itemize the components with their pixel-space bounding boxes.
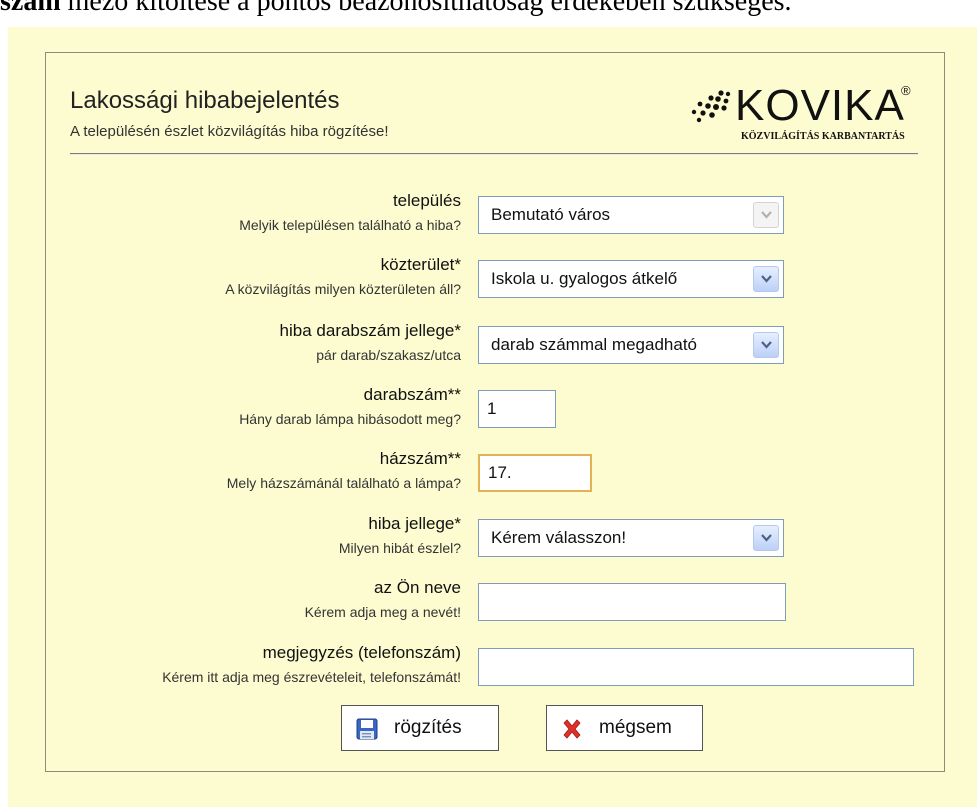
settlement-select[interactable]: Bemutató város	[478, 196, 784, 234]
field-hint: Kérem adja meg a nevét!	[304, 604, 461, 620]
defect-count-type-select[interactable]: darab számmal megadható	[478, 326, 784, 364]
logo-tagline: KÖZVILÁGÍTÁS KARBANTARTÁS	[741, 131, 905, 142]
chevron-down-icon[interactable]	[753, 525, 779, 551]
save-button[interactable]: rögzítés	[341, 705, 499, 751]
field-label: darabszám**	[363, 385, 461, 404]
caption-text: mező kitöltése a pontos beazonosíthatósá…	[60, 0, 792, 17]
error-report-form: Lakossági hibabejelentés A településén é…	[45, 52, 945, 772]
field-public-area: közterület* A közvilágítás milyen közter…	[46, 255, 946, 307]
logo-wordmark: KOVIKA	[735, 81, 905, 130]
kovika-logo: KOVIKA ® KÖZVILÁGÍTÁS KARBANTARTÁS	[691, 81, 921, 143]
logo-dots-icon	[691, 90, 731, 123]
cancel-button-label: mégsem	[599, 717, 672, 738]
logo-registered-mark: ®	[901, 83, 911, 98]
field-settlement: település Melyik településen található a…	[46, 191, 946, 243]
chevron-down-icon	[753, 202, 779, 228]
field-label: hiba jellege*	[368, 514, 461, 533]
select-value: Bemutató város	[491, 205, 611, 224]
house-number-input[interactable]: 17.	[478, 454, 592, 492]
field-defect-count-type: hiba darabszám jellege* pár darab/szakas…	[46, 321, 946, 373]
field-hint: Melyik településen található a hiba?	[239, 217, 461, 233]
select-value: Iskola u. gyalogos átkelő	[491, 269, 678, 288]
save-button-label: rögzítés	[394, 717, 462, 738]
form-title: Lakossági hibabejelentés	[70, 87, 340, 114]
chevron-down-icon[interactable]	[753, 266, 779, 292]
field-label: település	[392, 191, 461, 210]
public-area-select[interactable]: Iskola u. gyalogos átkelő	[478, 260, 784, 298]
cancel-button[interactable]: mégsem	[546, 705, 703, 751]
field-label: megjegyzés (telefonszám)	[262, 643, 461, 662]
field-hint: Kérem itt adja meg észrevételeit, telefo…	[162, 669, 461, 685]
name-input[interactable]	[478, 583, 786, 621]
field-label: házszám**	[379, 449, 461, 468]
field-hint: Hány darab lámpa hibásodott meg?	[239, 411, 461, 427]
note-input[interactable]	[478, 648, 914, 686]
page-caption: szám mező kitöltése a pontos beazonosíth…	[0, 0, 792, 18]
field-label: közterület*	[380, 255, 461, 274]
select-value: Kérem válasszon!	[491, 528, 627, 547]
quantity-input[interactable]: 1	[478, 390, 556, 428]
caption-bold: szám	[0, 0, 61, 17]
field-hint: pár darab/szakasz/utca	[316, 347, 461, 363]
field-hint: Mely házszámánál található a lámpa?	[226, 475, 461, 491]
red-x-icon	[563, 719, 581, 739]
chevron-down-icon[interactable]	[753, 332, 779, 358]
select-value: darab számmal megadható	[491, 335, 698, 354]
field-label: az Ön neve	[374, 578, 461, 597]
field-defect-type: hiba jellege* Milyen hibát észlel? Kérem…	[46, 514, 946, 566]
field-quantity: darabszám** Hány darab lámpa hibásodott …	[46, 385, 946, 437]
defect-type-select[interactable]: Kérem válasszon!	[478, 519, 784, 557]
field-note: megjegyzés (telefonszám) Kérem itt adja …	[46, 643, 946, 695]
field-label: hiba darabszám jellege*	[279, 321, 461, 340]
field-hint: A közvilágítás milyen közterületen áll?	[225, 281, 461, 297]
floppy-disk-icon	[356, 718, 378, 740]
form-subtitle: A településén észlet közvilágítás hiba r…	[70, 123, 389, 140]
header-divider	[70, 153, 918, 155]
field-name: az Ön neve Kérem adja meg a nevét!	[46, 578, 946, 630]
field-hint: Milyen hibát észlel?	[338, 540, 461, 556]
field-house-number: házszám** Mely házszámánál található a l…	[46, 449, 946, 501]
